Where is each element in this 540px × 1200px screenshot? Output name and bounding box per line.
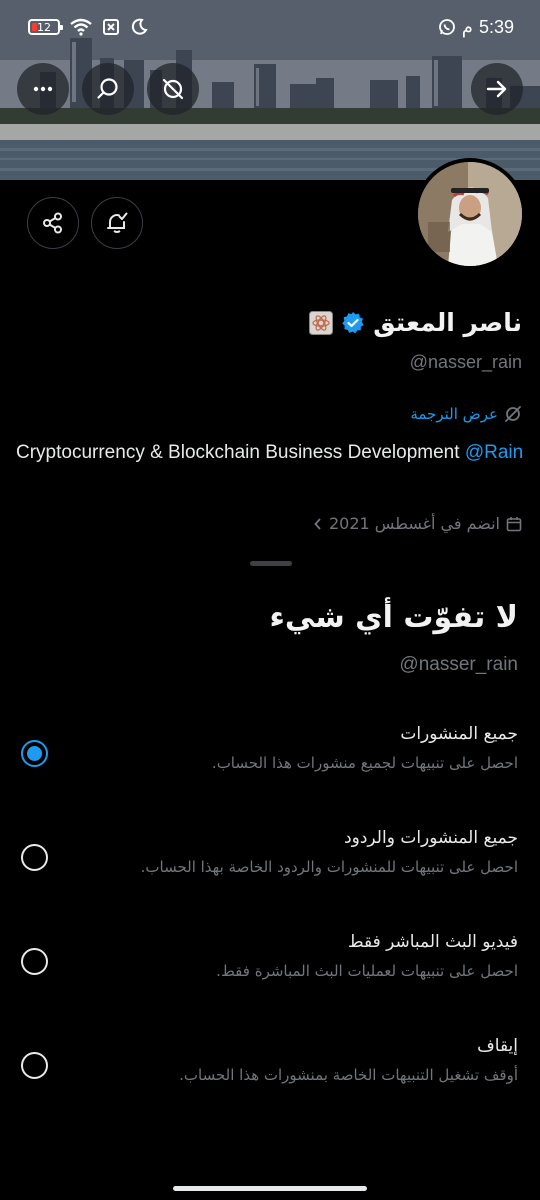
radio-unselected[interactable] — [21, 948, 48, 975]
translate-label: عرض الترجمة — [410, 405, 498, 423]
avatar-photo — [418, 162, 522, 266]
option-label: فيديو البث المباشر فقط — [347, 932, 518, 952]
option-label: جميع المنشورات — [400, 724, 518, 744]
notifications-button[interactable] — [91, 197, 143, 249]
joined-text: انضم في أغسطس 2021 — [329, 514, 500, 533]
battery-level: 12 — [37, 20, 51, 34]
radio-selected[interactable] — [21, 740, 48, 767]
translate-bio-link[interactable]: عرض الترجمة — [410, 405, 522, 423]
battery-icon: 12 — [28, 19, 63, 35]
chevron-left-icon — [314, 517, 321, 530]
radio-unselected[interactable] — [21, 844, 48, 871]
home-indicator[interactable] — [173, 1186, 367, 1191]
affiliate-badge-icon[interactable] — [309, 310, 334, 335]
sheet-grabber[interactable] — [250, 561, 292, 566]
status-clock: م 5:39 — [438, 17, 514, 38]
bio-mention-link[interactable]: @Rain — [465, 442, 523, 463]
option-live-video-only[interactable]: فيديو البث المباشر فقط احصل على تنبيهات … — [0, 932, 540, 1022]
profile-handle: @nasser_rain — [409, 352, 522, 372]
option-description: أوقف تشغيل التنبيهات الخاصة بمنشورات هذا… — [179, 1066, 518, 1084]
profile-bio: Cryptocurrency & Blockchain Business Dev… — [16, 441, 523, 465]
share-button[interactable] — [27, 197, 79, 249]
option-all-posts[interactable]: جميع المنشورات احصل على تنبيهات لجميع من… — [0, 724, 540, 814]
calendar-icon — [506, 516, 522, 531]
status-time: 5:39 — [478, 16, 514, 37]
display-name-text: ناصر المعتق — [373, 308, 522, 337]
whatsapp-icon — [438, 19, 455, 35]
no-sim-icon — [103, 19, 119, 35]
option-description: احصل على تنبيهات لعمليات البث المباشرة ف… — [216, 962, 518, 980]
sheet-handle: @nasser_rain — [399, 654, 518, 675]
search-icon — [97, 78, 118, 99]
status-icons: 12 — [28, 18, 148, 36]
display-name: ناصر المعتق — [309, 308, 522, 337]
translate-banner-button[interactable] — [147, 63, 199, 115]
sheet-title: لا تفوّت أي شيء — [269, 600, 518, 635]
wifi-icon — [70, 18, 92, 36]
search-button[interactable] — [82, 63, 134, 115]
verified-badge-icon[interactable] — [341, 311, 365, 335]
more-dots-icon — [33, 86, 53, 92]
option-description: احصل على تنبيهات للمنشورات والردود الخاص… — [140, 858, 518, 876]
option-posts-and-replies[interactable]: جميع المنشورات والردود احصل على تنبيهات … — [0, 828, 540, 918]
translate-icon — [505, 406, 521, 422]
bell-check-icon — [107, 212, 128, 233]
option-off[interactable]: إيقاف أوقف تشغيل التنبيهات الخاصة بمنشور… — [0, 1036, 540, 1126]
bio-text: Cryptocurrency & Blockchain Business Dev… — [16, 442, 465, 463]
option-label: جميع المنشورات والردود — [344, 828, 518, 848]
radio-unselected[interactable] — [21, 1052, 48, 1079]
translate-off-icon — [162, 78, 184, 100]
notifications-sheet: لا تفوّت أي شيء @nasser_rain جميع المنشو… — [0, 546, 540, 1200]
arrow-right-icon — [486, 80, 507, 98]
time-suffix: م — [461, 16, 473, 37]
more-options-button[interactable] — [17, 63, 69, 115]
moon-icon — [131, 18, 148, 35]
share-icon — [43, 212, 62, 234]
status-bar: 12 م 5:39 — [0, 12, 540, 42]
back-button[interactable] — [471, 63, 523, 115]
option-label: إيقاف — [477, 1036, 518, 1056]
joined-date: انضم في أغسطس 2021 — [313, 514, 522, 533]
profile-avatar[interactable] — [414, 158, 526, 270]
option-description: احصل على تنبيهات لجميع منشورات هذا الحسا… — [211, 754, 518, 772]
